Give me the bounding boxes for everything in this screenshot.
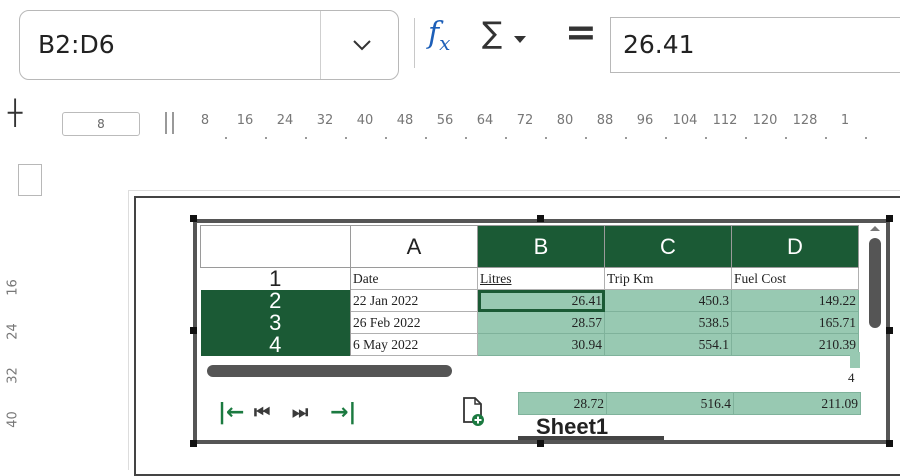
ruler-tick-label: 40 — [356, 113, 374, 128]
ruler-margin-marker[interactable] — [165, 112, 174, 134]
ruler-tick-label: 64 — [476, 113, 494, 128]
resize-handle-bottom[interactable] — [537, 440, 544, 447]
ruler-tick-mark — [825, 137, 827, 139]
ruler-tick-label: 16 — [5, 279, 21, 296]
ruler-tick-mark — [465, 137, 467, 139]
ruler-tick-mark — [785, 137, 787, 139]
ruler-tick-label: 120 — [752, 113, 778, 128]
ruler-tick-mark — [385, 137, 387, 139]
name-box-separator — [320, 11, 321, 79]
resize-handle-top-left[interactable] — [190, 215, 197, 222]
vertical-ruler[interactable]: 16 24 32 40 — [0, 200, 60, 459]
ruler-tick-mark — [345, 137, 347, 139]
ruler-tick-mark — [545, 137, 547, 139]
ruler-tick-mark — [865, 137, 867, 139]
resize-handle-bottom-right[interactable] — [886, 440, 893, 447]
toolbar-separator — [414, 18, 415, 68]
vertical-ruler-corner — [18, 164, 42, 196]
resize-handle-bottom-left[interactable] — [190, 440, 197, 447]
object-frame[interactable] — [193, 219, 890, 444]
ruler-tick-label: 32 — [5, 367, 21, 384]
resize-handle-top-right[interactable] — [886, 215, 893, 222]
ruler-tick-label: 80 — [556, 113, 574, 128]
ruler-tick-mark — [585, 137, 587, 139]
resize-handle-top[interactable] — [537, 215, 544, 222]
function-wizard-button[interactable]: fx — [428, 16, 450, 55]
ruler-tick-label: 24 — [5, 323, 21, 340]
resize-handle-right[interactable] — [886, 327, 893, 334]
formula-icon[interactable]: = — [565, 10, 597, 54]
ruler-tick-label: 104 — [672, 113, 698, 128]
ruler-tick-label: 128 — [792, 113, 818, 128]
ruler-tick-label: 88 — [596, 113, 614, 128]
ruler-tick-mark — [665, 137, 667, 139]
ruler-tick-label: 1 — [840, 113, 850, 128]
ruler-tick-label: 96 — [636, 113, 654, 128]
ruler-tick-label: 112 — [712, 113, 738, 128]
formula-input[interactable]: 26.41 — [610, 17, 900, 73]
horizontal-ruler[interactable]: 8 16 24 32 40 48 56 64 72 80 88 96 104 112 120 128 1 — [175, 113, 900, 143]
ruler-tick-label: 16 — [236, 113, 254, 128]
ruler-tick-label: 72 — [516, 113, 534, 128]
ruler-tick-mark — [225, 137, 227, 139]
ruler-tick-mark — [705, 137, 707, 139]
sum-dropdown-icon[interactable] — [514, 36, 526, 43]
chevron-down-icon — [353, 40, 371, 51]
ruler-tick-mark — [265, 137, 267, 139]
ruler-tick-mark — [425, 137, 427, 139]
tab-stop-icon[interactable]: ┼ — [8, 99, 22, 127]
resize-handle-left[interactable] — [190, 327, 197, 334]
name-box-value[interactable]: B2:D6 — [38, 30, 115, 59]
ruler-tick-label: 24 — [276, 113, 294, 128]
ruler-tick-label: 40 — [5, 411, 21, 428]
ruler-indent-box[interactable]: 8 — [62, 112, 140, 136]
ruler-tick-label: 48 — [396, 113, 414, 128]
ruler-tick-mark — [745, 137, 747, 139]
fx-icon-sub: x — [439, 31, 451, 55]
name-box-dropdown-button[interactable] — [342, 27, 382, 63]
ruler-tick-mark — [505, 137, 507, 139]
ruler-tick-label: 56 — [436, 113, 454, 128]
fx-icon: f — [428, 16, 440, 51]
ruler-tick-label: 8 — [200, 113, 210, 128]
ruler-tick-label: 32 — [316, 113, 334, 128]
sum-icon[interactable]: ∑ — [482, 16, 502, 51]
name-box[interactable]: B2:D6 — [19, 10, 399, 80]
ruler-tick-mark — [625, 137, 627, 139]
ruler-tick-mark — [305, 137, 307, 139]
